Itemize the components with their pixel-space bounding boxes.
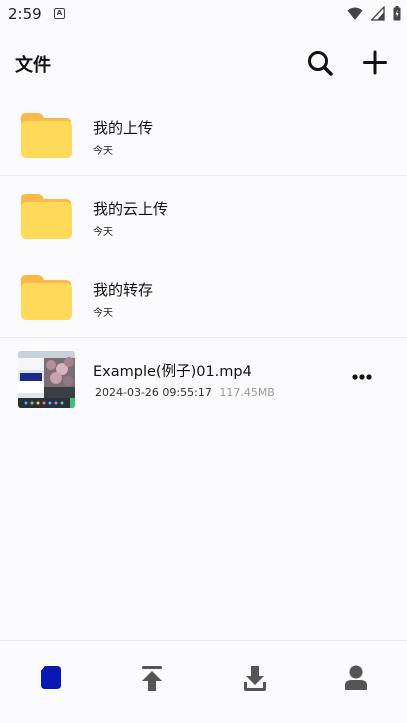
nav-download[interactable]	[235, 665, 275, 699]
folder-row-my-cloud-uploads[interactable]: 我的云上传 今天	[0, 176, 407, 257]
a-badge-icon: A	[54, 8, 65, 19]
file-list: 我的上传 今天 我的云上传 今天 我的转存 今天 Example(例子)01.m…	[0, 95, 407, 420]
wifi-icon	[347, 7, 363, 20]
video-thumbnail	[18, 351, 75, 408]
folder-name: 我的转存	[93, 281, 154, 299]
file-name: Example(例子)01.mp4	[93, 364, 252, 380]
folder-name: 我的云上传	[93, 200, 169, 218]
file-date: 2024-03-26 09:55:17	[95, 386, 212, 399]
battery-icon	[393, 6, 401, 21]
file-size: 117.45MB	[219, 386, 275, 399]
folder-row-my-uploads[interactable]: 我的上传 今天	[0, 95, 407, 176]
folder-date: 今天	[93, 227, 113, 238]
status-icons	[344, 6, 401, 22]
profile-icon	[345, 665, 367, 690]
file-meta: 2024-03-26 09:55:17 117.45MB	[95, 386, 275, 399]
search-icon	[308, 51, 333, 76]
add-button[interactable]	[358, 46, 392, 80]
nav-files[interactable]	[31, 665, 71, 699]
files-icon	[41, 666, 61, 689]
cell-signal-icon	[370, 6, 385, 21]
file-row-video[interactable]: Example(例子)01.mp4 2024-03-26 09:55:17 11…	[0, 338, 407, 420]
nav-profile[interactable]	[336, 665, 376, 699]
folder-icon	[21, 113, 72, 158]
file-browser-screen: 2:59 A 文件 我的上传 今天 我的云上传 今天 我的转存 今天 Examp…	[0, 0, 407, 723]
folder-date: 今天	[93, 308, 113, 319]
video-preview-image	[18, 351, 75, 408]
status-bar: 2:59 A	[0, 0, 407, 30]
page-title: 文件	[15, 55, 51, 76]
more-horizontal-icon	[352, 374, 372, 380]
folder-icon	[21, 275, 72, 320]
plus-icon	[363, 50, 387, 75]
app-header: 文件	[0, 40, 407, 86]
more-options-button[interactable]	[346, 368, 378, 386]
bottom-nav	[0, 640, 407, 723]
status-time: 2:59	[8, 5, 42, 23]
folder-date: 今天	[93, 146, 113, 157]
folder-name: 我的上传	[93, 119, 154, 137]
nav-upload[interactable]	[132, 665, 172, 699]
folder-row-my-transfers[interactable]: 我的转存 今天	[0, 257, 407, 338]
search-button[interactable]	[303, 46, 337, 80]
folder-icon	[21, 194, 72, 239]
download-icon	[244, 666, 266, 691]
upload-icon	[142, 666, 162, 691]
